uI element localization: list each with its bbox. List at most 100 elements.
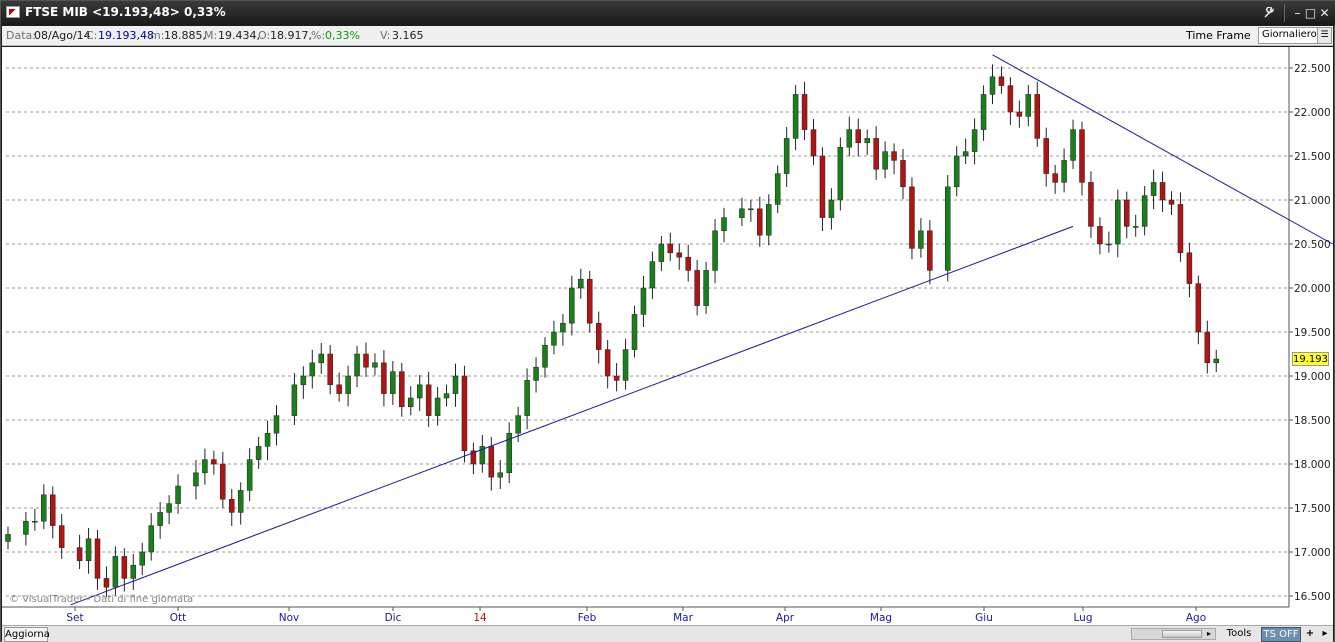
title-bar[interactable]: FTSE MIB <19.193,48> 0,33% – □ ✕ bbox=[1, 1, 1335, 25]
candle-body bbox=[1195, 283, 1202, 333]
volume-value: 3.165 bbox=[392, 29, 424, 42]
candle-body bbox=[112, 556, 119, 588]
candle-body bbox=[766, 204, 772, 236]
candle-body bbox=[327, 353, 333, 386]
refresh-button[interactable]: Aggiorna bbox=[4, 627, 50, 642]
date-label: Data: bbox=[6, 29, 36, 42]
candle-body bbox=[103, 578, 110, 588]
candle-body bbox=[604, 349, 611, 377]
candle-body bbox=[148, 525, 154, 553]
candle-body bbox=[50, 494, 56, 526]
high-label: M: bbox=[204, 29, 218, 42]
candle-body bbox=[1168, 199, 1175, 205]
candle-body bbox=[291, 384, 298, 416]
candle-body bbox=[434, 397, 441, 416]
candle-body bbox=[1106, 243, 1112, 246]
candle-body bbox=[23, 520, 29, 535]
candle-body bbox=[560, 322, 566, 333]
candle-body bbox=[1177, 204, 1184, 254]
candle-body bbox=[1052, 173, 1058, 183]
title-separator bbox=[1284, 4, 1285, 22]
y-tick-label: 21.000 bbox=[1294, 195, 1331, 207]
ts-off-button[interactable]: TS OFF bbox=[1261, 627, 1301, 642]
candle-body bbox=[533, 366, 539, 381]
candle-body bbox=[94, 538, 101, 579]
chart-area[interactable]: 16.500 17.000 17.500 18.000 18.500 19.000 19.5… bbox=[2, 47, 1333, 627]
high-value: 19.434, bbox=[218, 29, 260, 42]
y-tick-label: 17.500 bbox=[1294, 503, 1331, 515]
candle-body bbox=[542, 344, 548, 368]
y-tick-label: 20.000 bbox=[1294, 283, 1331, 295]
candle-body bbox=[76, 547, 83, 562]
close-label: C: bbox=[86, 29, 98, 42]
candle-body bbox=[1070, 129, 1076, 161]
candle-body bbox=[640, 287, 647, 315]
pct-label: %: bbox=[311, 29, 326, 42]
candle-body bbox=[488, 446, 495, 478]
tools-button[interactable]: Tools bbox=[1219, 627, 1259, 642]
low-label: m: bbox=[150, 29, 165, 42]
candle-body bbox=[1043, 138, 1049, 174]
candle-body bbox=[810, 129, 817, 157]
date-value: 08/Ago/14 bbox=[34, 29, 91, 42]
candle-body bbox=[1016, 111, 1023, 117]
candle-body bbox=[211, 459, 217, 465]
x-tick-label: Giu bbox=[975, 612, 993, 624]
candle-body bbox=[774, 173, 781, 205]
y-tick-label: 21.500 bbox=[1294, 151, 1331, 163]
candle-body bbox=[918, 230, 924, 249]
candle-body bbox=[524, 380, 530, 416]
candle-body bbox=[864, 138, 870, 144]
timeframe-select[interactable]: Giornaliero ☰ bbox=[1258, 27, 1332, 44]
candle-body bbox=[1204, 331, 1211, 364]
candle-body bbox=[846, 129, 853, 148]
x-tick-label: 14 bbox=[473, 612, 487, 624]
price-chart[interactable]: 16.500 17.000 17.500 18.000 18.500 19.000 19.5… bbox=[2, 47, 1333, 627]
candle-body bbox=[363, 353, 369, 368]
candle-body bbox=[139, 551, 145, 566]
y-tick-label: 18.000 bbox=[1294, 459, 1331, 471]
x-tick-label: Dic bbox=[385, 612, 402, 624]
horizontal-scrollbar[interactable]: ▸ bbox=[1131, 628, 1216, 640]
timeframe-label: Time Frame bbox=[1186, 29, 1251, 42]
candle-body bbox=[927, 230, 933, 271]
candle-body bbox=[587, 278, 593, 324]
candle-body bbox=[739, 208, 745, 218]
candle-body bbox=[443, 393, 450, 399]
candle-body bbox=[1124, 199, 1130, 227]
candle-body bbox=[390, 371, 396, 394]
wrench-icon[interactable] bbox=[1259, 4, 1278, 22]
menu-arrow-icon[interactable]: ▸ bbox=[1318, 627, 1332, 642]
x-tick-label: Apr bbox=[776, 612, 795, 624]
close-button[interactable]: ✕ bbox=[1315, 4, 1334, 22]
candle-body bbox=[345, 375, 351, 394]
info-bar: Data: 08/Ago/14 C: 19.193,48 m: 18.885, … bbox=[2, 26, 1333, 46]
candle-body bbox=[193, 472, 199, 487]
candle-body bbox=[595, 322, 602, 350]
candle-body bbox=[613, 375, 620, 381]
candle-body bbox=[1025, 94, 1032, 117]
candle-body bbox=[381, 362, 387, 394]
candle-body bbox=[855, 129, 861, 144]
candle-body bbox=[873, 138, 879, 170]
candle-body bbox=[1097, 226, 1103, 245]
candle-body bbox=[971, 129, 978, 152]
scroll-thumb[interactable] bbox=[1162, 630, 1202, 638]
candle-body bbox=[1007, 85, 1014, 113]
candle-body bbox=[900, 160, 906, 188]
candle-body bbox=[945, 186, 951, 271]
dropdown-menu-icon[interactable]: ☰ bbox=[1317, 28, 1331, 43]
chart-app-icon bbox=[6, 6, 20, 18]
scroll-right-icon[interactable]: ▸ bbox=[1203, 629, 1215, 639]
candle-body bbox=[336, 384, 342, 394]
candle-body bbox=[416, 384, 423, 399]
candle-body bbox=[1150, 182, 1157, 196]
pct-value: 0,33% bbox=[325, 29, 360, 42]
candle-body bbox=[1186, 252, 1193, 284]
candle-body bbox=[757, 208, 763, 236]
candle-body bbox=[551, 331, 557, 346]
x-tick-label: Nov bbox=[279, 612, 300, 624]
x-tick-label: Feb bbox=[578, 612, 597, 624]
candle-body bbox=[175, 485, 181, 504]
add-button[interactable]: + bbox=[1303, 627, 1317, 642]
